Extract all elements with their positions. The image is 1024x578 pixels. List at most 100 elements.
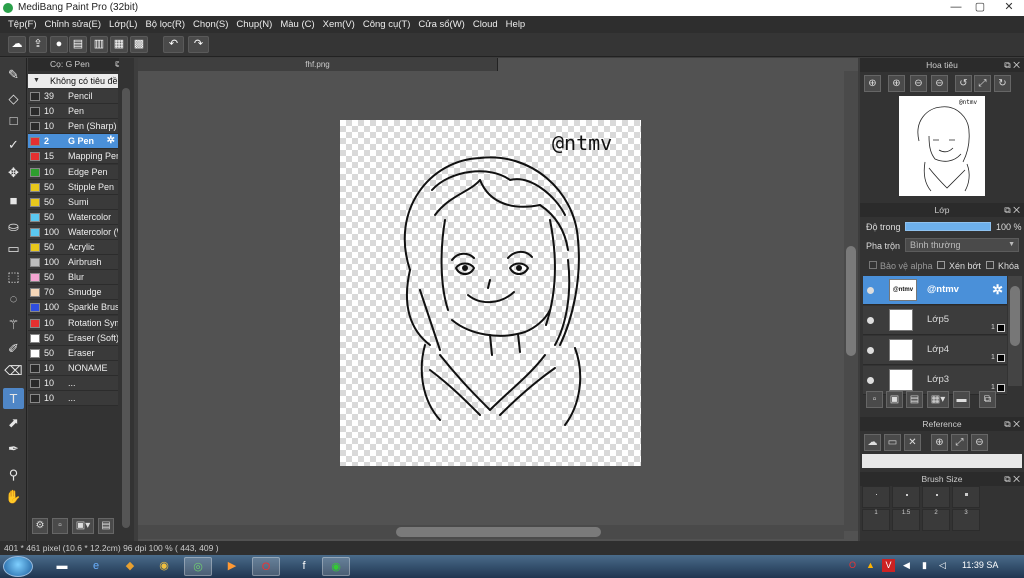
reference-close-icon[interactable]: ✕ [904,434,921,451]
brush-item[interactable]: 10 Pen (Sharp) [28,119,118,135]
reference-close-icon[interactable]: ⧉ ✕ [1004,417,1020,431]
select-tool-icon[interactable]: ⬚ [3,266,24,287]
layer-row[interactable]: @ntmv @ntmv ✲ [863,276,1007,305]
menu-tools[interactable]: Công cụ(T) [359,19,415,30]
menu-help[interactable]: Help [502,19,530,30]
brush-list-scrollbar[interactable] [119,58,134,543]
brush-property-icon[interactable]: ▤ [98,518,114,534]
add-brush-icon[interactable]: ▫ [52,518,68,534]
brush-item[interactable]: 50 Eraser [28,345,118,361]
move-tool-icon[interactable]: ✥ [3,162,24,183]
check-tool-icon[interactable]: ✓ [3,134,24,155]
bucket-tool-icon[interactable]: ⛀ [3,216,24,237]
protect-alpha-checkbox[interactable] [869,261,877,269]
maximize-button[interactable]: ▢ [968,0,992,14]
brush-size-cell[interactable]: 1 [862,509,890,531]
duplicate-layer-icon[interactable]: ⧉ [979,391,996,408]
brush-item[interactable]: 70 Smudge [28,285,118,301]
reference-fit-icon[interactable]: ⤢ [951,434,968,451]
grid-icon[interactable]: ▩ [130,36,148,53]
reference-cloud-icon[interactable]: ☁ [864,434,881,451]
brush-size-cell[interactable]: 2 [922,509,950,531]
menu-file[interactable]: Tệp(F) [4,19,41,30]
brush-item[interactable]: 50 Stipple Pen [28,179,118,195]
chrome-icon[interactable]: ◉ [150,557,178,576]
add-brush-menu-icon[interactable]: ▣▾ [72,518,94,534]
brush-item[interactable]: 10... [28,375,118,391]
brush-item[interactable]: 10 Edge Pen [28,164,118,180]
opacity-slider[interactable] [905,222,991,231]
select-pen-tool-icon[interactable]: ✐ [3,338,24,359]
visibility-eye-icon[interactable] [867,287,874,294]
rectangle-tool-icon[interactable]: □ [3,110,24,131]
visibility-eye-icon[interactable] [867,347,874,354]
brush-size-cell[interactable] [922,486,950,508]
clipping-checkbox[interactable] [937,261,945,269]
reference-view[interactable] [862,454,1022,468]
layer-gear-icon[interactable]: ✲ [992,282,1003,298]
opera-tray-icon[interactable]: O [846,559,859,572]
redo-icon[interactable]: ↷ [188,36,209,53]
lock-checkbox[interactable] [986,261,994,269]
reference-zoom-out-icon[interactable]: ⊖ [971,434,988,451]
brush-size-cell[interactable] [862,486,890,508]
canvas-vertical-scrollbar[interactable] [844,71,858,531]
minimize-button[interactable]: — [944,0,968,14]
layer-row[interactable]: Lớp4 1 [863,336,1007,365]
brush-tool-icon[interactable]: ✎ [3,64,24,85]
new-8bit-layer-icon[interactable]: ▤ [906,391,923,408]
page-icon[interactable]: ▥ [90,36,108,53]
menu-view[interactable]: Xem(V) [319,19,359,30]
internet-explorer-icon[interactable]: e [82,557,110,576]
gear-icon[interactable]: ✲ [107,134,115,148]
folder-icon[interactable]: ▬ [953,391,970,408]
canvas-vscroll-thumb[interactable] [846,246,856,356]
comment-icon[interactable]: ● [50,36,68,53]
fill-rect-tool-icon[interactable]: ■ [3,190,24,211]
brush-item[interactable]: 100 Sparkle Brush [28,300,118,316]
layer-scrollbar[interactable] [1008,276,1022,386]
menu-edit[interactable]: Chỉnh sửa(E) [41,19,106,30]
brush-item[interactable]: 50 Eraser (Soft) [28,330,118,346]
layer-scroll-thumb[interactable] [1010,286,1020,346]
menu-filter[interactable]: Bộ lọc(R) [141,19,189,30]
menu-cloud[interactable]: Cloud [469,19,502,30]
layer-row[interactable]: Lớp5 1 [863,306,1007,335]
brush-item[interactable]: 10 Pen [28,104,118,120]
recycle-icon[interactable]: ◎ [184,557,212,576]
facebook-icon[interactable]: f [290,557,318,576]
menu-snap[interactable]: Chụp(N) [232,19,276,30]
eyedropper-tool-icon[interactable]: ⚲ [3,464,24,485]
brush-size-cell[interactable] [892,486,920,508]
hand-tool-icon[interactable]: ✋ [3,486,24,507]
gradient-tool-icon[interactable]: ▭ [3,238,24,259]
navigator-thumbnail[interactable]: @ntmv [899,96,985,196]
scroll-thumb[interactable] [122,88,130,528]
lasso-tool-icon[interactable]: ◌ [3,288,24,309]
brush-item[interactable]: 15 Mapping Pen [28,149,118,165]
volume-icon[interactable]: ◀ [900,559,913,572]
text-tool-icon[interactable]: T [3,388,24,409]
fit-window-icon[interactable]: ⤢ [974,75,991,92]
navigator-close-icon[interactable]: ⧉ ✕ [1004,58,1020,72]
media-player-icon[interactable]: ▶ [218,557,246,576]
brush-size-cell[interactable]: 3 [952,509,980,531]
brush-size-cell[interactable] [952,486,980,508]
rotate-right-icon[interactable]: ↻ [994,75,1011,92]
visibility-eye-icon[interactable] [867,317,874,324]
menu-layer[interactable]: Lớp(L) [105,19,141,30]
rotate-left-icon[interactable]: ↺ [955,75,972,92]
security-tray-icon[interactable]: ▲ [864,559,877,572]
zoom-fit-icon[interactable]: ⊕ [888,75,905,92]
operation-tool-icon[interactable]: ⬈ [3,412,24,433]
visibility-eye-icon[interactable] [867,377,874,384]
add-layer-menu-icon[interactable]: ▦▾ [927,391,949,408]
brush-size-cell[interactable]: 1.5 [892,509,920,531]
brush-item[interactable]: 50 Sumi [28,194,118,210]
network-icon[interactable]: ▮ [918,559,931,572]
start-button[interactable] [3,556,33,577]
canvas-horizontal-scrollbar[interactable] [138,525,844,539]
brush-item[interactable]: 50 Acrylic [28,240,118,255]
new-halftone-layer-icon[interactable]: ▣ [886,391,903,408]
medibang-taskbar-icon[interactable]: ◉ [322,557,350,576]
